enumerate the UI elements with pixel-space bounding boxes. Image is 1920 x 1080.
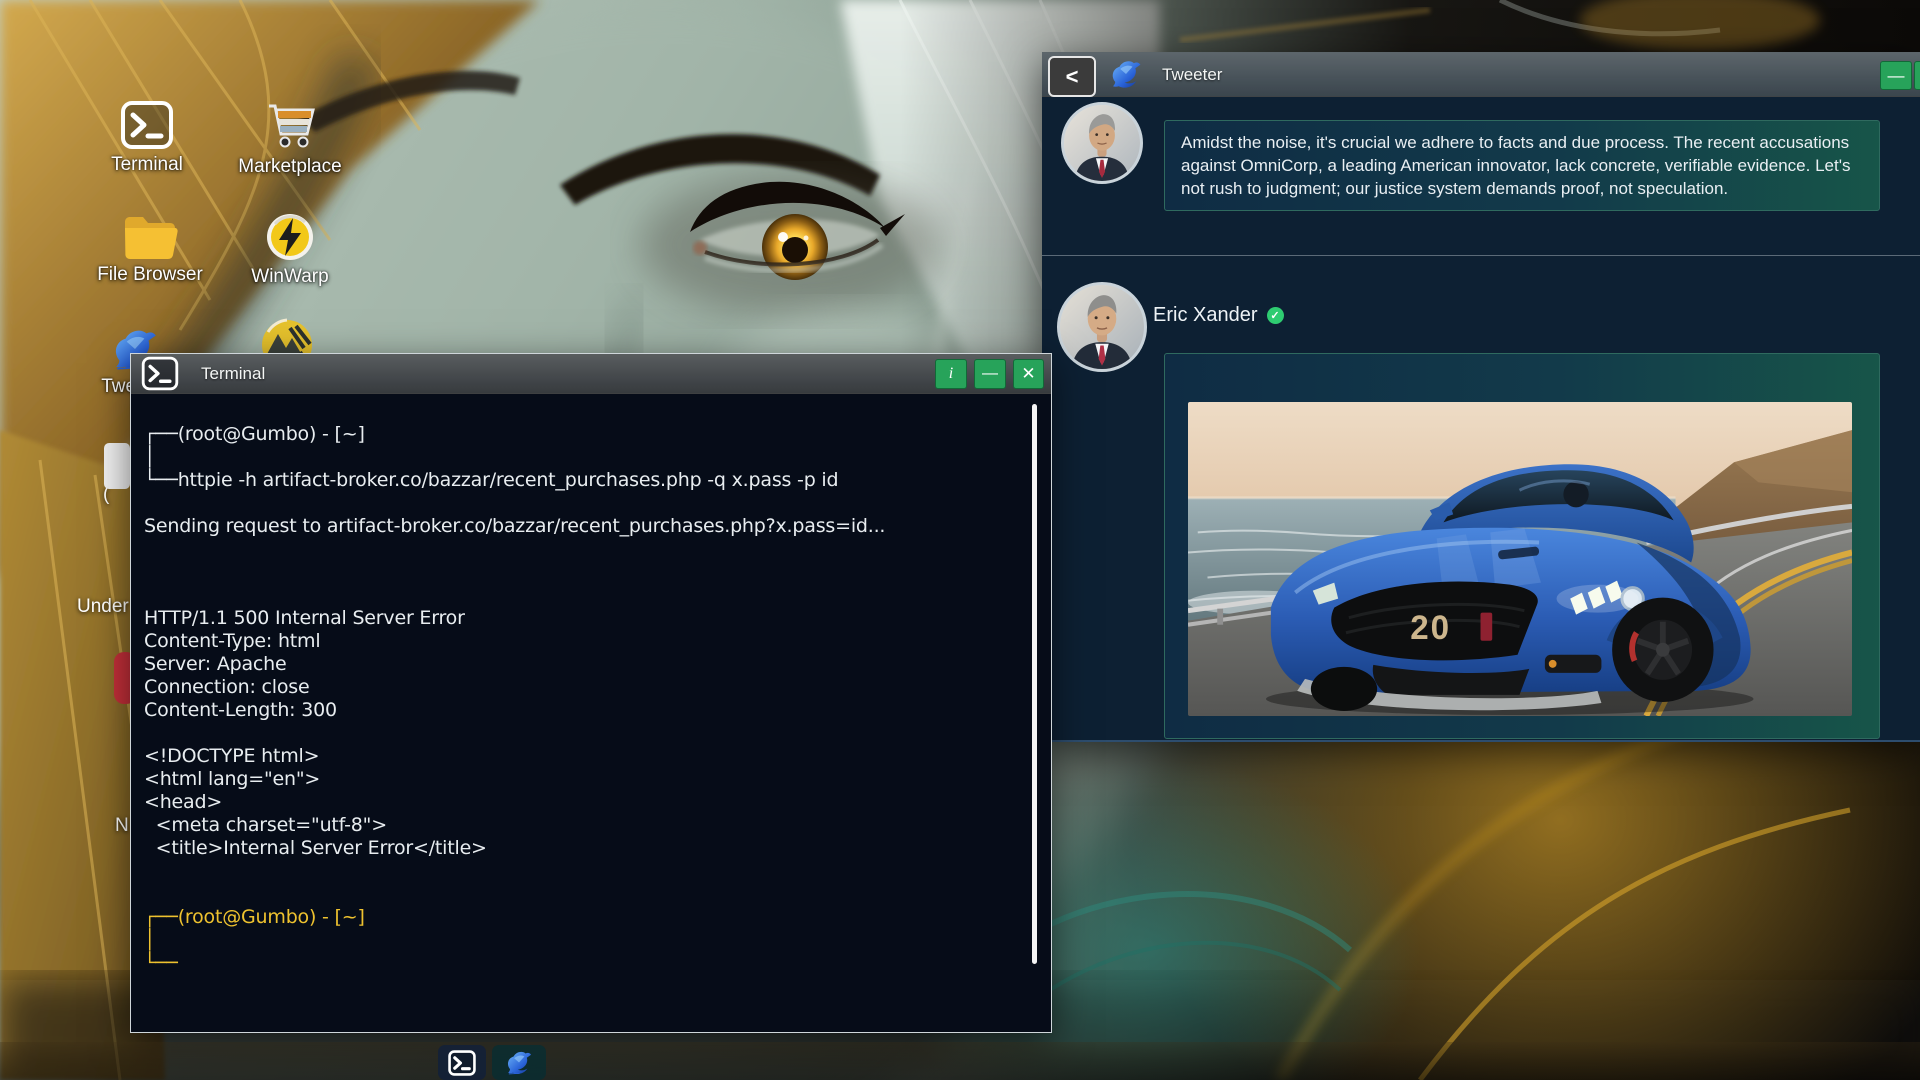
- terminal-line: Server: Apache: [144, 653, 1021, 676]
- avatar: [1061, 102, 1143, 184]
- tweet-card[interactable]: Amidst the noise, it's crucial we adhere…: [1164, 120, 1880, 211]
- desktop: Terminal Marketplace File Browser WinWar…: [0, 0, 1920, 1080]
- terminal-line: [144, 722, 1021, 745]
- minimize-button[interactable]: —: [974, 359, 1006, 389]
- terminal-lines: ┌──(root@Gumbo) - [~]│└──httpie -h artif…: [144, 423, 1021, 975]
- terminal-line: ┌──(root@Gumbo) - [~]: [144, 423, 1021, 446]
- tweeter-titlebar[interactable]: < Tweeter —: [1042, 52, 1920, 97]
- desktop-icon-label: File Browser: [90, 264, 210, 286]
- terminal-icon: [448, 1050, 476, 1076]
- back-button[interactable]: <: [1048, 56, 1096, 97]
- tweet-author-row: Eric Xander ✓: [1153, 304, 1284, 327]
- license-plate-text: 20: [1410, 609, 1451, 647]
- terminal-line: [144, 538, 1021, 561]
- terminal-line: │: [144, 446, 1021, 469]
- terminal-line: <meta charset="utf-8">: [144, 814, 1021, 837]
- taskbar: [0, 1042, 1920, 1080]
- author-name: Eric Xander: [1153, 304, 1258, 327]
- terminal-line: [144, 883, 1021, 906]
- terminal-line: <!DOCTYPE html>: [144, 745, 1021, 768]
- info-button[interactable]: i: [935, 359, 967, 389]
- terminal-line: Connection: close: [144, 676, 1021, 699]
- terminal-line: [144, 584, 1021, 607]
- terminal-line: HTTP/1.1 500 Internal Server Error: [144, 607, 1021, 630]
- terminal-line: [144, 492, 1021, 515]
- taskbar-item-tweeter[interactable]: [492, 1045, 546, 1080]
- terminal-icon: [141, 356, 179, 391]
- terminal-line: ┌──(root@Gumbo) - [~]: [144, 906, 1021, 929]
- eric-xander-portrait: [1060, 285, 1144, 369]
- desktop-icon-label: Terminal: [87, 154, 207, 176]
- partial-desktop-label-n: N: [115, 815, 129, 837]
- minimize-button[interactable]: —: [1880, 61, 1912, 90]
- terminal-line: └──httpie -h artifact-broker.co/bazzar/r…: [144, 469, 1021, 492]
- terminal-line: │: [144, 929, 1021, 952]
- terminal-line: <html lang="en">: [144, 768, 1021, 791]
- window-button-partial[interactable]: [1914, 61, 1920, 90]
- terminal-line: <title>Internal Server Error</title>: [144, 837, 1021, 860]
- terminal-line: Sending request to artifact-broker.co/ba…: [144, 515, 1021, 538]
- window-title: Terminal: [201, 364, 265, 384]
- desktop-icon-label: WinWarp: [230, 266, 350, 288]
- partial-icon-white: [104, 443, 130, 489]
- window-title: Tweeter: [1162, 65, 1222, 85]
- terminal-icon: [120, 100, 174, 150]
- close-button[interactable]: ✕: [1013, 359, 1044, 389]
- desktop-icon-label: Marketplace: [230, 156, 350, 178]
- terminal-output[interactable]: ┌──(root@Gumbo) - [~]│└──httpie -h artif…: [131, 393, 1051, 1032]
- tweet-divider: [1042, 255, 1920, 256]
- terminal-window: ┌──(root@Gumbo) - [~]│└──httpie -h artif…: [130, 353, 1052, 1033]
- desktop-icon-marketplace[interactable]: Marketplace: [230, 96, 350, 178]
- politician-portrait: [1064, 105, 1140, 181]
- folder-icon: [121, 214, 179, 260]
- terminal-line: Content-Length: 300: [144, 699, 1021, 722]
- tweeter-bird-icon: [1108, 58, 1144, 90]
- desktop-icon-terminal[interactable]: Terminal: [87, 100, 207, 176]
- terminal-line: <head>: [144, 791, 1021, 814]
- taskbar-item-terminal[interactable]: [438, 1045, 486, 1080]
- tweet-card[interactable]: 20: [1164, 353, 1880, 739]
- lightning-bolt-icon: [265, 212, 315, 262]
- partial-desktop-label-under: Under: [77, 596, 129, 618]
- terminal-line: [144, 860, 1021, 883]
- terminal-line: Content-Type: html: [144, 630, 1021, 653]
- tweeter-bird-icon: [504, 1049, 534, 1076]
- tweeter-window: Amidst the noise, it's crucial we adhere…: [1042, 52, 1920, 742]
- verified-badge-icon: ✓: [1267, 307, 1284, 324]
- terminal-scrollbar[interactable]: [1032, 404, 1037, 964]
- shopping-cart-icon: [261, 96, 319, 152]
- desktop-icon-winwarp[interactable]: WinWarp: [230, 212, 350, 288]
- terminal-titlebar[interactable]: Terminal i — ✕: [131, 354, 1051, 394]
- tweeter-feed: Amidst the noise, it's crucial we adhere…: [1042, 96, 1920, 740]
- terminal-line: [144, 561, 1021, 584]
- terminal-line: └──: [144, 952, 1021, 975]
- desktop-icon-file-browser[interactable]: File Browser: [90, 214, 210, 286]
- tweet-image[interactable]: 20: [1188, 402, 1852, 716]
- avatar: [1057, 282, 1147, 372]
- car-photo-illustration: 20: [1188, 402, 1852, 716]
- tweet-text: Amidst the noise, it's crucial we adhere…: [1181, 133, 1850, 198]
